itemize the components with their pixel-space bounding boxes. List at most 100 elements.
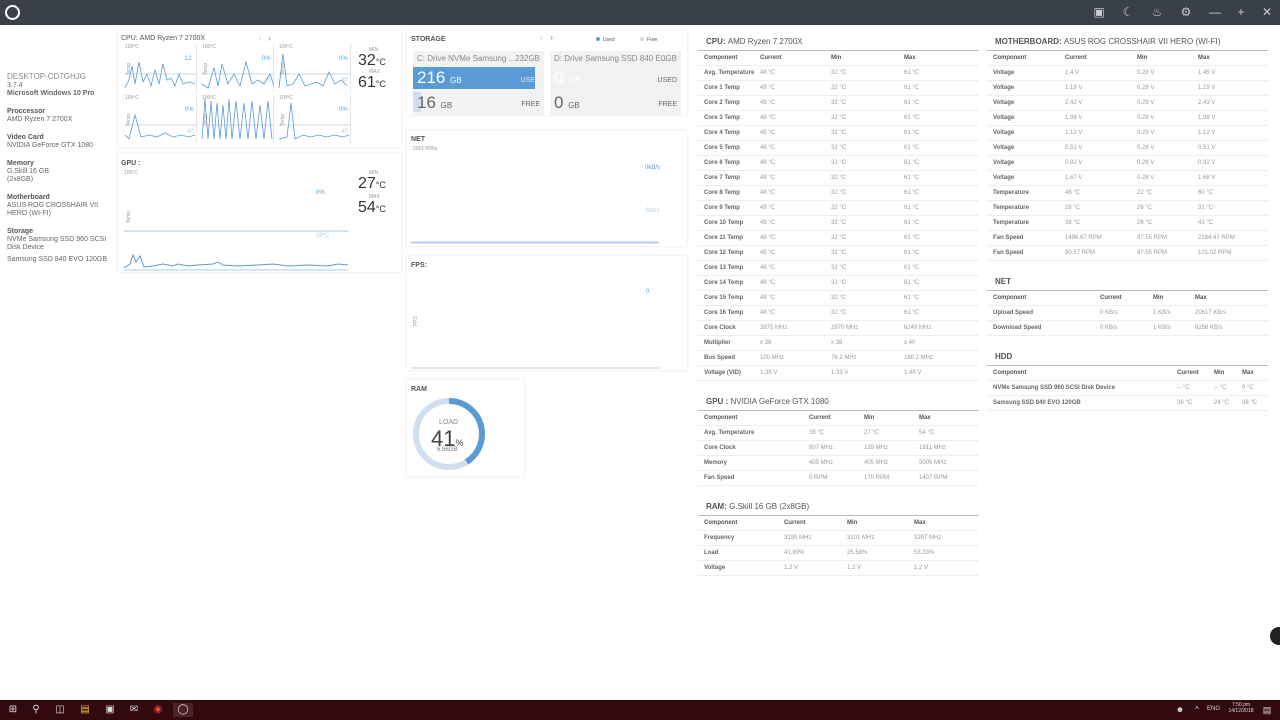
table-cell: Samsung SSD 840 EVO 120GB <box>993 400 1081 406</box>
motherboard-value: ASUS ROG CROSSHAIR VII <box>7 202 99 209</box>
cpu-core-temp: 40 <box>187 129 194 135</box>
table-cell: 32 °C <box>831 190 847 196</box>
chrome-icon[interactable]: ◉ <box>151 703 165 717</box>
column-header: Max <box>1242 370 1254 376</box>
storage-next-icon[interactable]: › <box>550 32 553 42</box>
minimize-icon[interactable]: — <box>1207 4 1223 20</box>
storage-prev-icon[interactable]: ‹ <box>540 32 543 42</box>
column-header: Current <box>1100 295 1122 301</box>
table-cell: 1911 MHz <box>919 445 946 451</box>
table-cell: Temperature <box>993 205 1029 211</box>
table-cell: 27 °C <box>864 430 880 436</box>
memory-config: (2x8GB) <box>7 176 34 183</box>
people-icon[interactable]: ☻ <box>1173 703 1187 717</box>
file-explorer-icon[interactable]: ▤ <box>78 703 92 717</box>
table-cell: 61 °C <box>904 175 920 181</box>
drive-d-used-unit: GB <box>568 76 580 85</box>
table-cell: 38 °C <box>809 430 825 436</box>
table-row: Core 7 Temp 48 °C 32 °C 61 °C <box>698 171 979 186</box>
tray-chevron-icon[interactable]: ^ <box>1190 703 1204 717</box>
table-cell: 1.33 V <box>831 370 849 376</box>
table-row: Core 10 Temp 48 °C 32 °C 61 °C <box>698 216 979 231</box>
cpu-core-load-line <box>278 53 348 89</box>
ram-card: RAM LOAD 41% 6.86GB <box>407 380 524 476</box>
cpu-core-scale: 100ºC <box>202 95 216 101</box>
table-cell: 22 °C <box>1137 190 1153 196</box>
table-cell: Core 15 Temp <box>704 295 744 301</box>
table-row: Avg. Temperature 38 °C 27 °C 54 °C <box>698 426 979 441</box>
table-cell: 48 °C <box>760 175 776 181</box>
table-cell: 48 °C <box>760 220 776 226</box>
drive-c-used-unit: GB <box>450 76 462 85</box>
bell-icon[interactable]: ♨ <box>1149 4 1165 20</box>
table-cell: 1.48 V <box>904 370 922 376</box>
table-cell: 0.28 V <box>1137 130 1155 136</box>
drive-d[interactable]: D: Drive Samsung SSD 840 E... 0GB 0 GB U… <box>550 51 681 115</box>
table-cell: 32 °C <box>831 115 847 121</box>
table-row: Multiplier x 38 x 38 x 40 <box>698 336 979 351</box>
table-header-row: Component Current Min Max <box>987 366 1268 381</box>
table-cell: 61 °C <box>904 145 920 151</box>
table-cell: Upload Speed <box>993 310 1034 316</box>
prev-arrow-icon[interactable]: ‹ <box>259 33 262 43</box>
language-indicator[interactable]: ENG <box>1207 706 1220 712</box>
table-row: Fan Speed 1496.67 RPM 87.55 RPM 2184.47 RPM <box>987 231 1268 246</box>
drive-c[interactable]: C: Drive NVMe Samsung ... 232GB 216 GB U… <box>413 51 544 115</box>
table-cell: 48 °C <box>760 190 776 196</box>
gpu-graph <box>123 230 348 271</box>
cpu-core-temp-axis: Temp <box>126 62 133 76</box>
table-cell: 48 °C <box>760 280 776 286</box>
cpu-core-scale: 100ºC <box>279 95 293 101</box>
column-header: Current <box>1065 55 1087 61</box>
table-cell: 61 °C <box>904 160 920 166</box>
table-cell: Core 1 Temp <box>704 85 740 91</box>
table-cell: 405 MHz <box>809 460 834 466</box>
gear-icon[interactable]: ⚙ <box>1178 4 1194 20</box>
table-cell: 1.12 V <box>1198 130 1216 136</box>
table-cell: Temperature <box>993 190 1029 196</box>
table-cell: x 40 <box>904 340 916 346</box>
next-arrow-icon[interactable]: › <box>268 33 271 43</box>
table-row: Core 3 Temp 48 °C 32 °C 61 °C <box>698 111 979 126</box>
app-taskbar-icon[interactable]: ◯ <box>173 703 193 717</box>
table-cell: 0.92 V <box>1065 160 1083 166</box>
table-header-row: Component Current Min Max <box>698 516 979 531</box>
table-cell: 48 °C <box>760 310 776 316</box>
legend-free-label: Free <box>647 37 658 43</box>
task-view-icon[interactable]: ◫ <box>53 703 67 717</box>
table-cell: 48 °C <box>760 85 776 91</box>
maximize-icon[interactable]: + <box>1233 4 1249 20</box>
hdd-sensor-table: HDD Component Current Min Max NVMe Samsung SS… <box>987 346 1268 411</box>
close-icon[interactable]: ✕ <box>1259 4 1275 20</box>
table-row: NVMe Samsung SSD 960 SCSI Disk Device -- … <box>987 381 1268 396</box>
table-cell: Fan Speed <box>704 475 735 481</box>
drive-d-free-label: FREE <box>658 101 677 108</box>
camera-icon[interactable]: ▣ <box>1091 4 1107 20</box>
system-info-sidebar: DESKTOP-CD7GHJG 3.7.4 Microsoft Windows … <box>7 72 115 264</box>
cpu-core-graph-svg <box>201 60 274 89</box>
table-cell: 3875 MHz <box>760 325 788 331</box>
search-icon[interactable]: ⚲ <box>29 703 43 717</box>
mail-icon[interactable]: ✉ <box>127 703 141 717</box>
moon-icon[interactable]: ☾ <box>1120 4 1136 20</box>
notifications-icon[interactable]: ▤ <box>1260 703 1274 717</box>
table-cell: Load <box>704 550 719 556</box>
table-cell: Voltage <box>993 145 1015 151</box>
legend-used: Used <box>596 37 615 43</box>
table-cell: 48 °C <box>760 265 776 271</box>
table-row: Core 5 Temp 48 °C 32 °C 61 °C <box>698 141 979 156</box>
table-cell: 1.98 V <box>1198 115 1216 121</box>
gpu-max-value: 54°C <box>358 200 386 217</box>
title-bar: ▣ ☾ ♨ ⚙ — + ✕ <box>0 0 1280 25</box>
table-cell: -- °C <box>1177 385 1190 391</box>
windows-start-icon[interactable]: ⊞ <box>6 703 20 717</box>
table-cell: 61 °C <box>904 250 920 256</box>
table-cell: Core 7 Temp <box>704 175 740 181</box>
table-cell: Temperature <box>993 220 1029 226</box>
side-panel-handle[interactable] <box>1270 627 1280 645</box>
table-cell: 6249 MHz <box>904 325 932 331</box>
app-logo-icon[interactable] <box>5 5 20 20</box>
table-cell: Voltage <box>993 85 1015 91</box>
store-icon[interactable]: ▣ <box>103 703 117 717</box>
clock[interactable]: 7:50 pm 14/12/2018 <box>1226 702 1256 714</box>
